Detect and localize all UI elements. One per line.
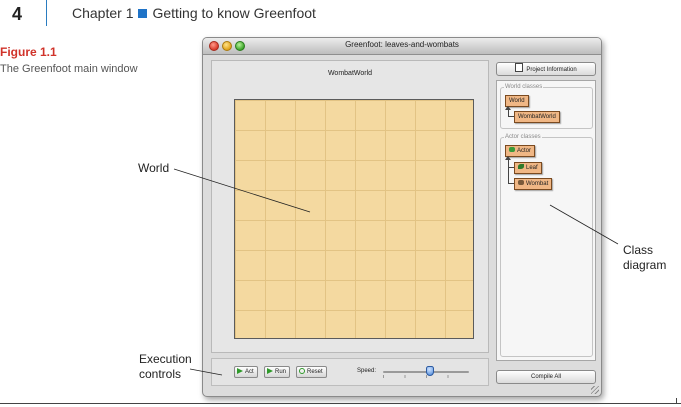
callout-leader-lines xyxy=(173,168,619,376)
class-diagram-leader-line xyxy=(549,204,619,245)
page-corner-tick xyxy=(676,398,677,404)
world-leader-line xyxy=(173,168,311,213)
execution-leader-line xyxy=(189,368,223,376)
page-bottom-rule xyxy=(0,403,681,404)
